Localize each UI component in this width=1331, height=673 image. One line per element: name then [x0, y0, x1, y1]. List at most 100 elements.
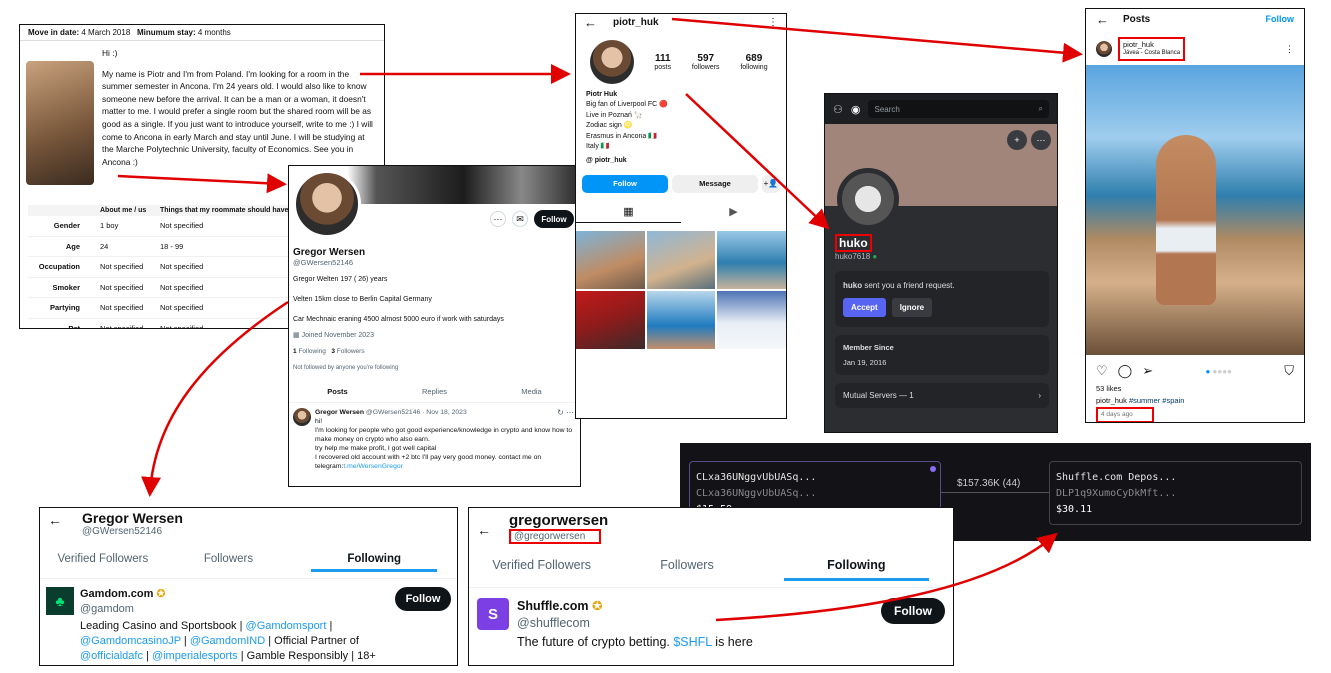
back-arrow-icon[interactable]: ←: [48, 512, 62, 528]
shuffle-follow-button[interactable]: Follow: [881, 598, 945, 624]
tab-following[interactable]: Following: [783, 558, 929, 581]
listing-row-label: Occupation: [38, 262, 80, 272]
ig-post-likes[interactable]: 53 likes: [1096, 383, 1294, 395]
ig-grid-photo[interactable]: [717, 230, 786, 289]
cashtag-link[interactable]: $SHFL: [673, 635, 711, 649]
bio-link[interactable]: @imperialesports: [152, 650, 238, 662]
ig-post-username[interactable]: piotr_huk: [1123, 40, 1180, 49]
ig-caption-user[interactable]: piotr_huk: [1096, 396, 1127, 405]
gamdom-handle: @gamdom: [80, 603, 134, 615]
tab-posts[interactable]: Posts: [289, 387, 386, 396]
ig-post-location[interactable]: Jávea - Costa Blanca: [1123, 49, 1180, 58]
add-friend-icon[interactable]: +: [1007, 130, 1027, 150]
ig-followers-stat[interactable]: 597 followers: [692, 53, 720, 71]
tab-verified-followers[interactable]: Verified Followers: [40, 553, 166, 572]
ig-caption-tags[interactable]: #summer #spain: [1129, 396, 1184, 405]
listing-row-me: Not specified: [100, 262, 144, 272]
search-icon: ⌕: [1038, 104, 1043, 113]
bio-link[interactable]: @GamdomIND: [190, 635, 265, 647]
ig-grid-photo[interactable]: [576, 290, 645, 349]
following-a-account-row[interactable]: ♣ Gamdom.com ✪ @gamdom Leading Casino an…: [40, 579, 457, 665]
reels-icon[interactable]: ▶: [681, 205, 786, 223]
ig-grid-photo[interactable]: [576, 230, 645, 289]
listing-bio: My name is Piotr and I'm from Poland. I'…: [102, 68, 373, 167]
x-following-count[interactable]: 1: [293, 348, 297, 355]
min-stay-label: Minumum stay:: [136, 28, 196, 37]
x-bio-line3: Car Mechnaic eraning 4500 almost 5000 eu…: [293, 316, 504, 323]
request-name: huko: [843, 281, 863, 290]
gamdom-follow-button[interactable]: Follow: [395, 587, 451, 611]
friend-request-text: sent you a friend request.: [864, 281, 955, 290]
x-post-telegram-link[interactable]: t.me/WersenGregor: [343, 463, 403, 470]
ig-bio-line2: Live in Poznań 🦙: [586, 111, 643, 119]
ig-follow-button[interactable]: Follow: [582, 174, 668, 193]
bio-link[interactable]: @GamdomcasinoJP: [80, 635, 181, 647]
heart-icon[interactable]: ♡: [1096, 363, 1108, 379]
kebab-menu-icon[interactable]: ⋮: [1285, 44, 1294, 55]
x-post-line2: I'm looking for people who got good expe…: [315, 427, 573, 443]
following-b-account-row[interactable]: S Shuffle.com ✪ @shufflecom The future o…: [469, 588, 953, 661]
ignore-button[interactable]: Ignore: [891, 298, 933, 317]
x-not-followed: Not followed by anyone you're following: [293, 365, 399, 371]
tab-replies[interactable]: Replies: [386, 387, 483, 396]
listing-photo: [26, 61, 94, 185]
discord-tag: huko7618: [835, 252, 871, 261]
tab-followers[interactable]: Followers: [166, 553, 292, 572]
x-post-line1: hi!: [315, 418, 323, 425]
ig-avatar[interactable]: [590, 40, 634, 84]
listing-row-label: Smoker: [52, 282, 80, 292]
ig-photo-grid: [576, 230, 786, 349]
destination-wallet-node[interactable]: Shuffle.com Depos... DLP1q9XumoCyDkMft..…: [1049, 461, 1302, 525]
x-profile-avatar[interactable]: [293, 170, 361, 238]
tab-media[interactable]: Media: [483, 387, 580, 396]
comment-icon[interactable]: ◯: [1118, 363, 1133, 379]
grid-icon[interactable]: ▦: [576, 205, 681, 223]
ig-posts-stat[interactable]: 111 posts: [654, 53, 671, 71]
ig-post-title: Posts: [1123, 13, 1151, 25]
following-a-handle: @GWersen52146: [82, 526, 163, 537]
tab-verified-followers[interactable]: Verified Followers: [469, 558, 614, 581]
x-post[interactable]: Gregor Wersen @GWersen52146 · Nov 18, 20…: [289, 403, 580, 476]
back-arrow-icon[interactable]: ←: [584, 15, 597, 30]
ig-post-follow[interactable]: Follow: [1266, 14, 1295, 24]
ig-post-time: 4 days ago: [1096, 407, 1154, 422]
x-post-more-icon[interactable]: ↻ ⋯: [557, 408, 574, 417]
back-arrow-icon[interactable]: ←: [477, 522, 491, 538]
back-arrow-icon[interactable]: ←: [1096, 12, 1109, 27]
col-about-me: About me / us: [100, 207, 147, 214]
discord-avatar[interactable]: [837, 168, 899, 230]
share-icon[interactable]: ➢: [1142, 363, 1153, 379]
accept-button[interactable]: Accept: [843, 298, 886, 317]
ig-threads-link[interactable]: @ piotr_huk: [586, 156, 776, 166]
discord-search-input[interactable]: Search ⌕: [868, 100, 1049, 118]
ig-post-avatar[interactable]: [1096, 41, 1112, 57]
ig-message-button[interactable]: Message: [672, 174, 758, 193]
friends-icon[interactable]: ⚇: [833, 103, 843, 116]
kebab-menu-icon[interactable]: ⋮: [768, 17, 778, 28]
mutual-servers-row[interactable]: Mutual Servers — 1 ›: [835, 383, 1049, 408]
ig-grid-photo[interactable]: [717, 290, 786, 349]
ig-following-stat[interactable]: 689 following: [740, 53, 767, 71]
add-person-icon[interactable]: +👤: [762, 174, 780, 193]
ig-grid-photo[interactable]: [646, 230, 716, 289]
x-following-label[interactable]: Following: [298, 348, 325, 355]
tab-following[interactable]: Following: [311, 553, 438, 572]
bookmark-icon[interactable]: ⛉: [1284, 363, 1294, 379]
shuffle-handle: @shufflecom: [517, 616, 590, 630]
message-icon[interactable]: ✉: [512, 211, 528, 227]
x-follow-button[interactable]: Follow: [534, 210, 574, 228]
ig-grid-photo[interactable]: [646, 290, 716, 349]
listing-row-label: Partying: [49, 303, 80, 313]
x-followers-count[interactable]: 3: [331, 348, 335, 355]
bio-link[interactable]: @officialdafc: [80, 650, 143, 662]
tab-followers[interactable]: Followers: [614, 558, 759, 581]
x-followers-label[interactable]: Followers: [337, 348, 365, 355]
more-icon[interactable]: ⋯: [1031, 130, 1051, 150]
nitro-badge-icon: ●: [872, 252, 878, 261]
ig-post-photo[interactable]: [1086, 65, 1304, 355]
listing-row-label: Age: [65, 241, 80, 251]
discord-logo-icon[interactable]: ◉: [851, 103, 861, 116]
bio-link[interactable]: @Gamdomsport: [246, 620, 327, 632]
x-post-line5: telegram:: [315, 463, 344, 470]
more-icon[interactable]: ⋯: [490, 211, 506, 227]
